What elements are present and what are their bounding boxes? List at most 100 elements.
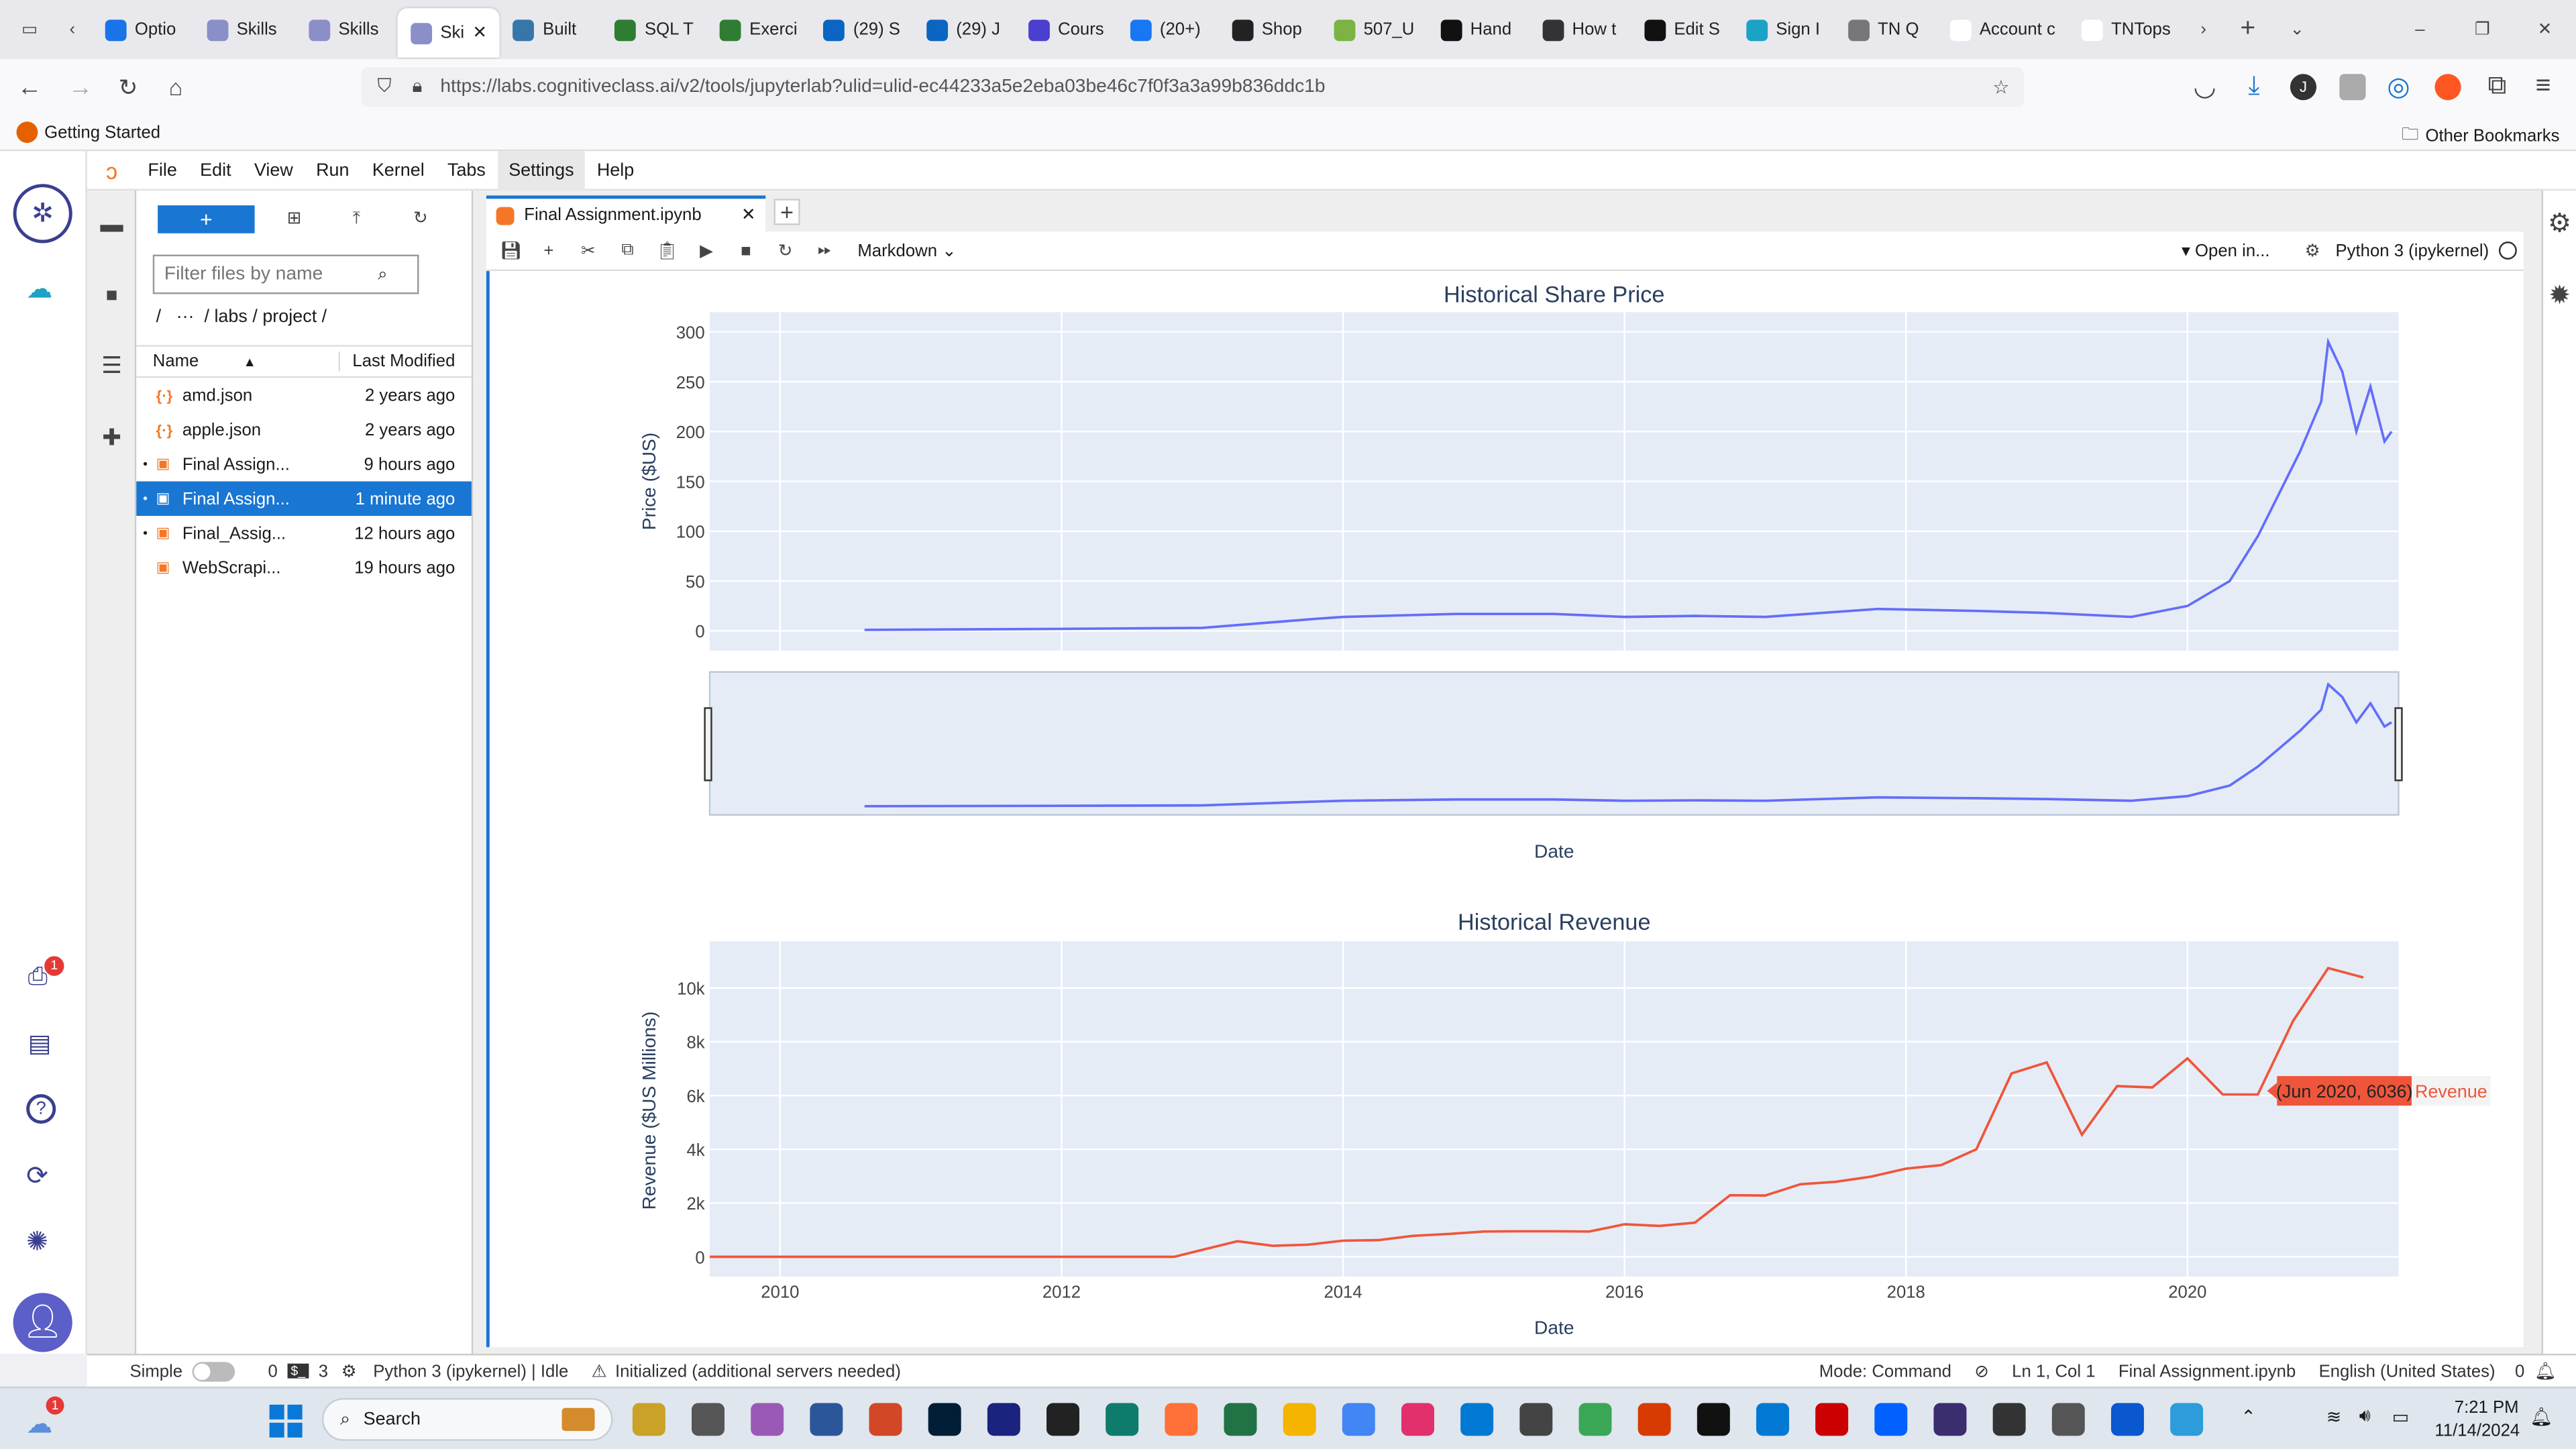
add-tab-icon[interactable]: + [773,199,800,225]
taskbar-app-icon[interactable] [1815,1403,1849,1436]
taskbar-app-icon[interactable] [1224,1403,1257,1436]
property-inspector-icon[interactable]: ⚙ [2546,210,2573,238]
browser-tab[interactable]: SQL T [602,0,706,59]
debugger-icon[interactable]: ⚙ [2300,237,2326,264]
taskbar-app-icon[interactable] [1638,1403,1671,1436]
logo-icon[interactable]: ✲ [13,184,72,244]
restore-icon[interactable]: ❐ [2451,16,2514,42]
menu-file[interactable]: File [136,150,189,190]
taskbar-search[interactable]: ⌕ Search [322,1398,613,1441]
language[interactable]: English (United States) [2319,1361,2496,1381]
file-row[interactable]: • ▣ Final_Assig... 12 hours ago [136,516,472,550]
extension-icon[interactable] [2339,74,2366,101]
tab-list-icon[interactable]: ▭ [7,16,53,42]
taskbar-app-icon[interactable] [810,1403,843,1436]
battery-icon[interactable]: ▭ [2392,1406,2409,1428]
reload-icon[interactable]: ↻ [102,73,154,100]
taskbar-app-icon[interactable] [1283,1403,1316,1436]
folder-icon[interactable]: ▬ [99,210,125,236]
menu-settings[interactable]: Settings [497,150,586,190]
refresh-icon[interactable]: ↻ [407,205,433,231]
lsp-status[interactable]: Initialized (additional servers needed) [615,1361,901,1381]
file-row[interactable]: • ▣ Final Assign... 1 minute ago [136,481,472,516]
profile-icon[interactable]: J [2290,74,2317,101]
menu-help[interactable]: Help [586,150,646,190]
menu-icon[interactable]: ≡ [2530,72,2556,101]
taskbar-app-icon[interactable] [928,1403,961,1436]
notifications-icon[interactable]: 🔔︎ [2530,1406,2553,1428]
browser-tab[interactable]: Shop [1219,0,1321,59]
start-icon[interactable] [269,1404,303,1438]
taskbar-app-icon[interactable] [1165,1403,1198,1436]
file-row[interactable]: {·} amd.json 2 years ago [136,378,472,412]
cut-icon[interactable]: ✂ [568,237,608,264]
range-slider-handle-right[interactable] [2394,707,2403,782]
range-slider-handle-left[interactable] [704,707,712,782]
file-row[interactable]: ▣ WebScrapi... 19 hours ago [136,550,472,584]
browser-tab[interactable]: Skills [194,0,296,59]
tab-dropdown-icon[interactable]: ⌄ [2273,16,2322,42]
minimize-icon[interactable]: – [2389,16,2451,42]
terminals-count[interactable]: 0 [268,1361,277,1381]
browser-tab[interactable]: Ski ✕ [397,8,500,58]
chat-icon[interactable]: ☁ [26,273,52,306]
browser-tab[interactable]: Built [500,0,602,59]
taskbar-app-icon[interactable] [1697,1403,1730,1436]
browser-tab[interactable]: Exerci [706,0,810,59]
theme-icon[interactable]: ✺ [26,1226,48,1258]
paste-icon[interactable]: 📋︎ [647,237,687,264]
scroll-tabs-right-icon[interactable]: › [2184,16,2223,42]
save-icon[interactable]: 💾︎ [493,237,529,264]
close-window-icon[interactable]: ✕ [2514,16,2576,42]
taskbar-app-icon[interactable] [1933,1403,1967,1436]
taskbar-app-icon[interactable] [2051,1403,2085,1436]
debugger-panel-icon[interactable]: ✹ [2546,282,2573,311]
browser-tab[interactable]: TN Q [1835,0,1937,59]
menu-tabs[interactable]: Tabs [436,150,497,190]
browser-tab[interactable]: Skills [296,0,398,59]
volume-icon[interactable]: 🔊︎ [2359,1406,2371,1428]
home-icon[interactable]: ⌂ [154,74,197,100]
menu-view[interactable]: View [243,150,305,190]
cursor-position[interactable]: Ln 1, Col 1 [2012,1361,2095,1381]
restart-icon[interactable]: ↻ [765,237,805,264]
help-icon[interactable]: ? [26,1094,56,1124]
toc-icon[interactable]: ☰ [99,351,125,378]
insert-cell-icon[interactable]: + [529,237,569,264]
simple-mode-toggle[interactable] [192,1360,235,1381]
taskbar-app-icon[interactable] [1578,1403,1612,1436]
col-name-header[interactable]: Name [153,352,244,371]
taskbar-app-icon[interactable] [987,1403,1020,1436]
stop-icon[interactable]: ■ [726,237,765,264]
file-row[interactable]: • ▣ Final Assign... 9 hours ago [136,447,472,481]
tray-chevron-icon[interactable]: ⌃ [2241,1406,2256,1428]
file-row[interactable]: {·} apple.json 2 years ago [136,413,472,447]
address-bar[interactable]: ⛉ 🔒︎ https://labs.cognitiveclass.ai/v2/t… [361,67,2025,107]
taskbar-app-icon[interactable] [1756,1403,1789,1436]
taskbar-app-icon[interactable] [869,1403,902,1436]
new-launcher-button[interactable]: + [158,205,255,233]
fast-forward-icon[interactable]: ⏩︎ [805,237,845,264]
forward-icon[interactable]: → [59,73,102,101]
taskbar-app-icon[interactable] [1992,1403,2026,1436]
col-modified-header[interactable]: Last Modified [337,352,455,372]
close-tab-icon[interactable]: ✕ [741,205,756,225]
extension-3-icon[interactable] [2434,74,2461,101]
notebook-tab[interactable]: Final Assignment.ipynb ✕ [486,195,766,232]
weather-icon[interactable]: ☁ [26,1408,52,1441]
browser-tab[interactable]: Edit S [1631,0,1733,59]
puzzle-icon[interactable]: ✚ [99,423,125,450]
taskbar-app-icon[interactable] [1106,1403,1139,1436]
close-tab-icon[interactable]: ✕ [472,23,487,42]
menu-run[interactable]: Run [305,150,361,190]
bookmark-star-icon[interactable]: ☆ [1988,74,2014,100]
clock-date[interactable]: 11/14/2024 [2434,1421,2520,1440]
range-slider[interactable] [708,671,2400,816]
taskbar-app-icon[interactable] [1460,1403,1494,1436]
taskbar-app-icon[interactable] [1046,1403,1079,1436]
new-tab-icon[interactable]: + [2223,15,2272,43]
user-avatar[interactable]: 👤︎ [13,1293,72,1352]
menu-kernel[interactable]: Kernel [361,150,436,190]
browser-tab[interactable]: (29) J [914,0,1016,59]
copy-icon[interactable]: ⧉ [608,237,647,264]
